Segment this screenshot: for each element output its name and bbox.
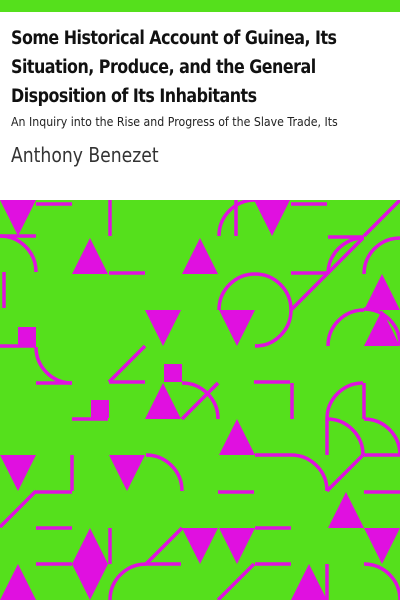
top-accent-bar	[0, 0, 400, 12]
pattern-square	[18, 327, 36, 345]
book-author: Anthony Benezet	[11, 143, 159, 167]
book-title: Some Historical Account of Guinea, Its S…	[11, 24, 342, 111]
book-subtitle: An Inquiry into the Rise and Progress of…	[11, 114, 338, 129]
cover-pattern	[0, 200, 400, 600]
title-line-2: Situation, Produce, and the General	[11, 57, 316, 78]
book-cover: Some Historical Account of Guinea, Its S…	[0, 0, 400, 600]
title-line-3: Disposition of Its Inhabitants	[11, 86, 257, 107]
pattern-square	[91, 400, 109, 418]
pattern-square	[164, 364, 182, 382]
title-line-1: Some Historical Account of Guinea, Its	[11, 28, 337, 49]
